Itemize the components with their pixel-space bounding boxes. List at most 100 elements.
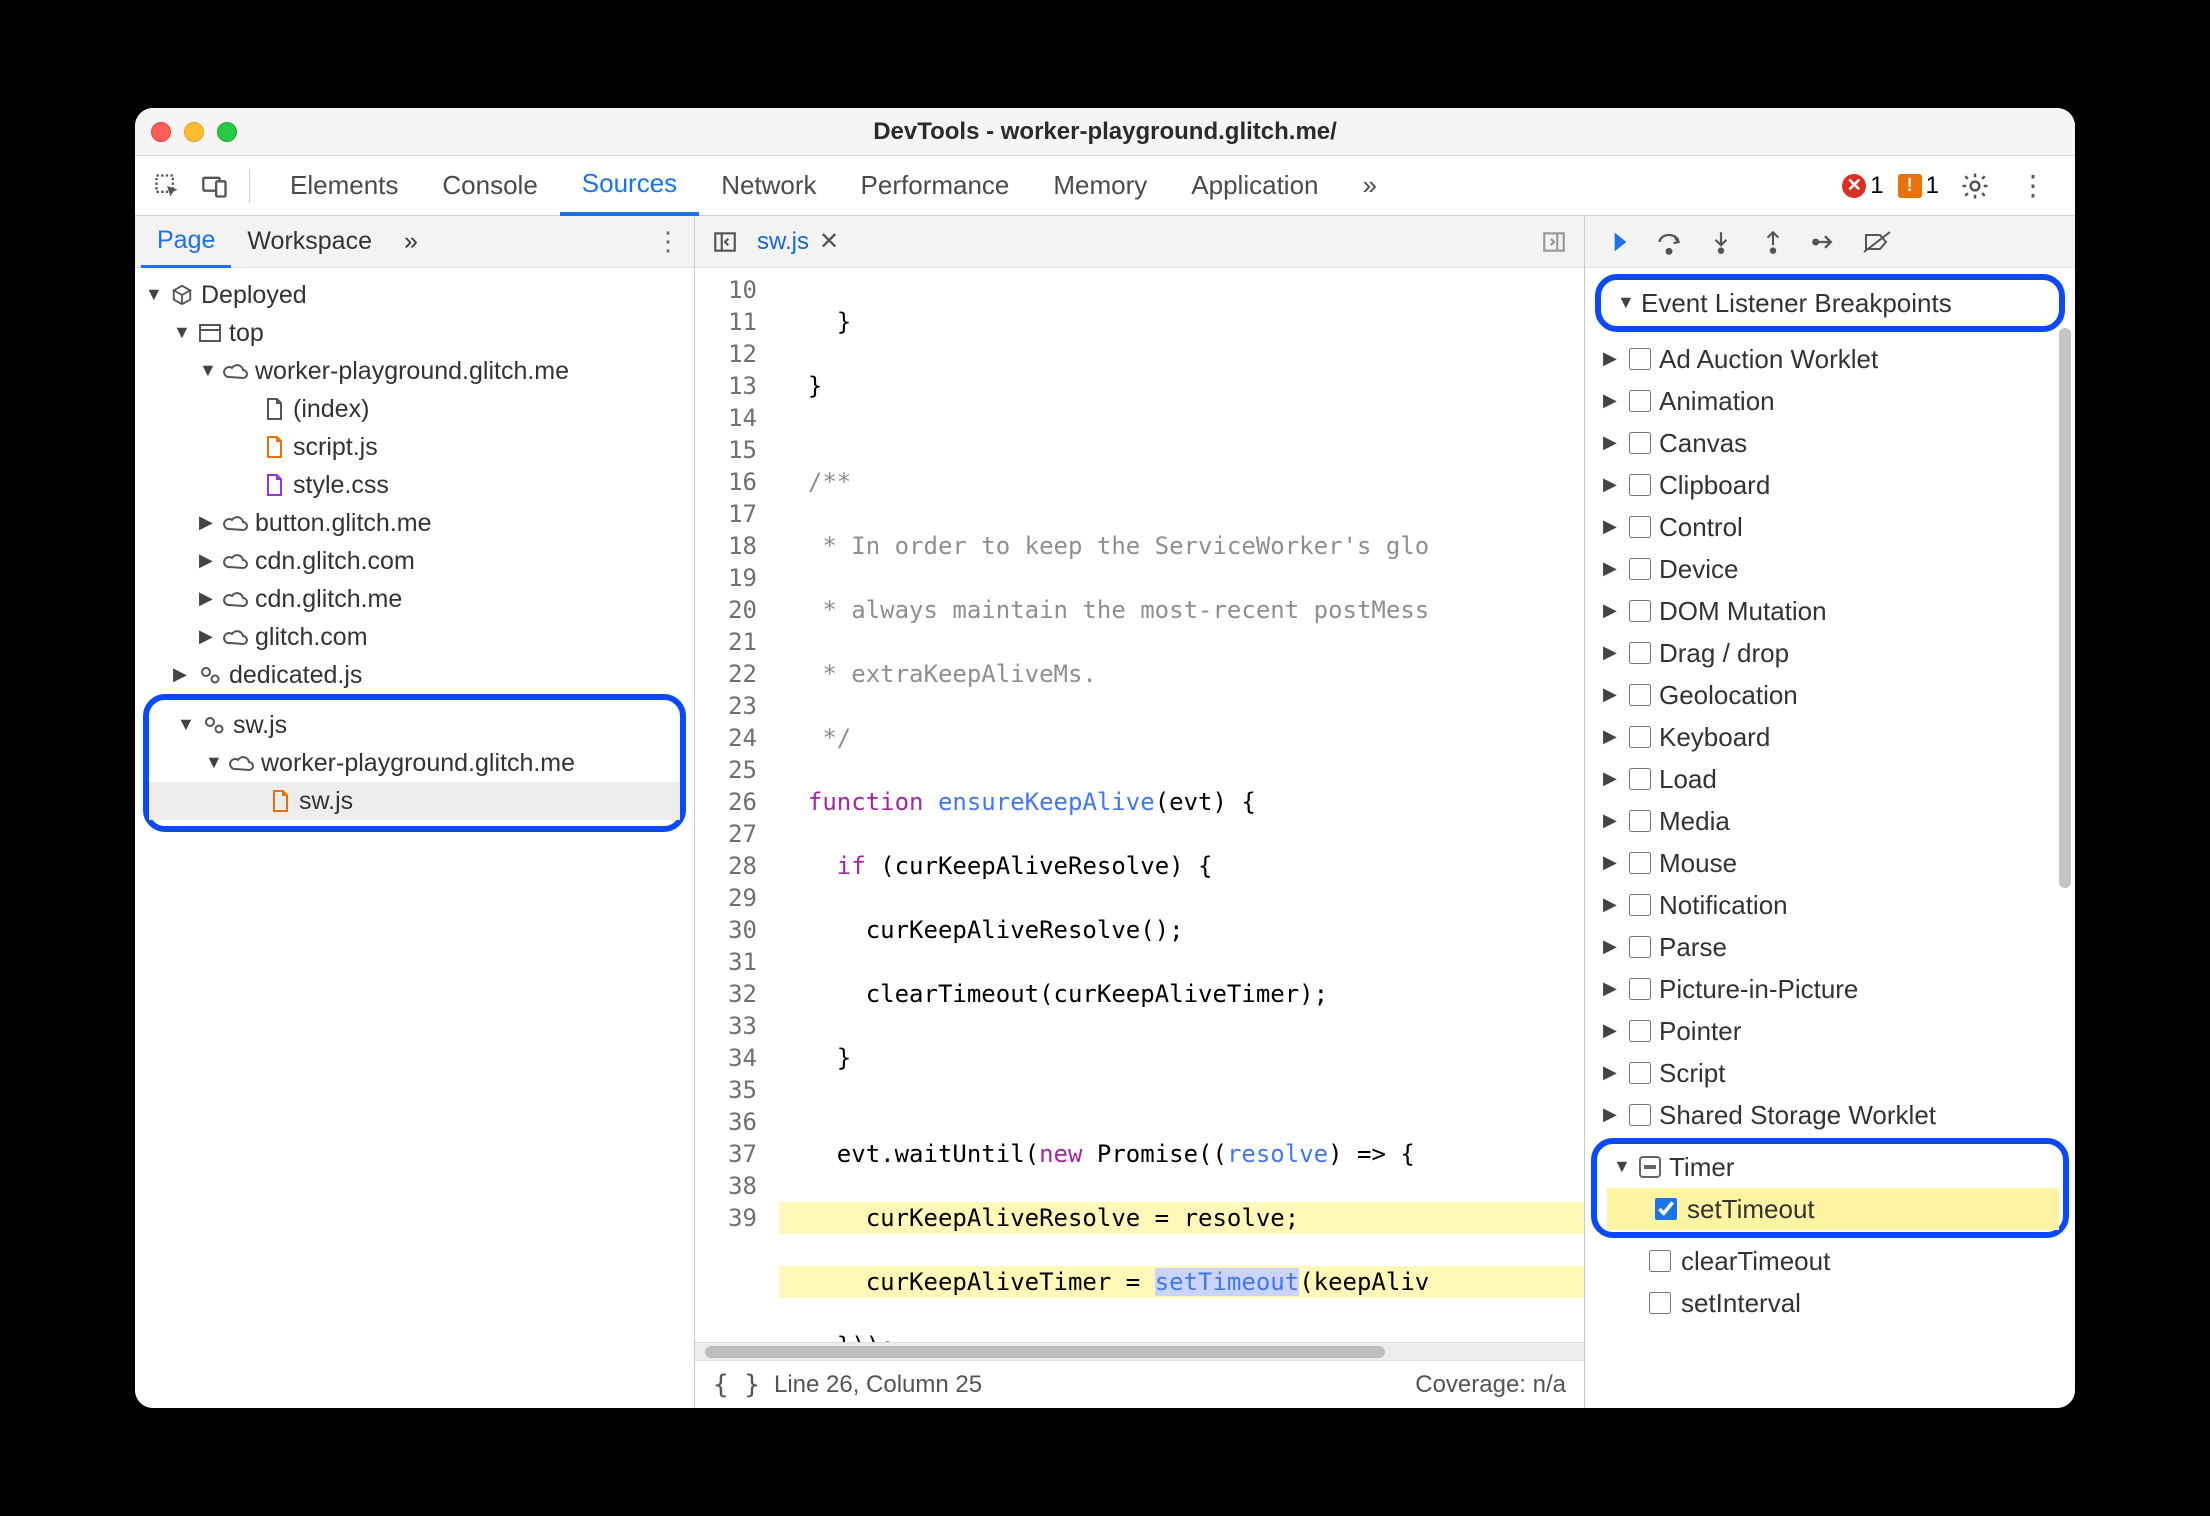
tree-top[interactable]: ▼ top [135,314,694,352]
cat-adauction[interactable]: ▶Ad Auction Worklet [1585,338,2075,380]
step-over-icon[interactable] [1651,224,1687,260]
tree-domain-button[interactable]: ▶ button.glitch.me [135,504,694,542]
cat-load[interactable]: ▶Load [1585,758,2075,800]
horizontal-scrollbar[interactable] [695,1342,1584,1360]
cat-checkbox[interactable] [1629,894,1651,916]
close-tab-icon[interactable]: ✕ [819,227,839,256]
cat-parse[interactable]: ▶Parse [1585,926,2075,968]
cat-pointer[interactable]: ▶Pointer [1585,1010,2075,1052]
step-out-icon[interactable] [1755,224,1791,260]
cat-animation[interactable]: ▶Animation [1585,380,2075,422]
cat-pip[interactable]: ▶Picture-in-Picture [1585,968,2075,1010]
sub-checkbox[interactable] [1655,1198,1677,1220]
tree-file-stylecss[interactable]: style.css [135,466,694,504]
cat-sharedstorage[interactable]: ▶Shared Storage Worklet [1585,1094,2075,1136]
sub-checkbox[interactable] [1649,1250,1671,1272]
cat-canvas[interactable]: ▶Canvas [1585,422,2075,464]
vertical-scrollbar[interactable] [2059,288,2071,1392]
tabs-overflow[interactable]: » [1341,156,1399,216]
cat-keyboard[interactable]: ▶Keyboard [1585,716,2075,758]
tab-network[interactable]: Network [699,156,838,216]
cat-checkbox[interactable] [1629,558,1651,580]
source-text[interactable]: } } /** * In order to keep the ServiceWo… [767,268,1584,1342]
cat-geolocation[interactable]: ▶Geolocation [1585,674,2075,716]
close-icon[interactable] [151,122,171,142]
cat-checkbox[interactable] [1629,642,1651,664]
cat-control[interactable]: ▶Control [1585,506,2075,548]
cat-checkbox[interactable] [1629,1062,1651,1084]
tab-performance[interactable]: Performance [839,156,1032,216]
cat-checkbox[interactable] [1629,810,1651,832]
sub-setinterval[interactable]: setInterval [1585,1282,2075,1324]
cat-checkbox[interactable] [1629,1104,1651,1126]
scrollbar-thumb[interactable] [705,1346,1385,1358]
section-header-event-listeners[interactable]: ▼Event Listener Breakpoints [1607,282,1962,324]
pretty-print-icon[interactable]: { } [713,1370,760,1400]
cat-device[interactable]: ▶Device [1585,548,2075,590]
tree-swjs-worker[interactable]: ▼ sw.js [149,706,680,744]
deactivate-breakpoints-icon[interactable] [1859,224,1895,260]
tree-deployed[interactable]: ▼ Deployed [135,276,694,314]
cat-notification[interactable]: ▶Notification [1585,884,2075,926]
cat-checkbox[interactable] [1629,600,1651,622]
scrollbar-thumb[interactable] [2059,328,2071,888]
tree-domain-cdnme[interactable]: ▶ cdn.glitch.me [135,580,694,618]
cat-checkbox[interactable] [1629,936,1651,958]
tab-sources[interactable]: Sources [560,156,699,216]
cat-checkbox[interactable] [1629,726,1651,748]
kebab-icon[interactable]: ⋮ [2011,164,2055,208]
nav-tabs-overflow[interactable]: » [388,216,434,268]
tree-domain-cdncom[interactable]: ▶ cdn.glitch.com [135,542,694,580]
cat-clipboard[interactable]: ▶Clipboard [1585,464,2075,506]
cat-script[interactable]: ▶Script [1585,1052,2075,1094]
cat-checkbox[interactable] [1629,390,1651,412]
tree-swjs-domain[interactable]: ▼ worker-playground.glitch.me [149,744,680,782]
nav-tab-workspace[interactable]: Workspace [231,216,388,268]
warning-count[interactable]: !1 [1898,172,1939,200]
tree-dedicated[interactable]: ▶ dedicated.js [135,656,694,694]
tab-elements[interactable]: Elements [268,156,420,216]
nav-tab-page[interactable]: Page [141,216,231,268]
tree-domain-wp[interactable]: ▼ worker-playground.glitch.me [135,352,694,390]
editor-tab-swjs[interactable]: sw.js ✕ [757,227,839,256]
toggle-navigator-icon[interactable] [703,220,747,264]
cat-checkbox[interactable] [1629,768,1651,790]
sub-cleartimeout[interactable]: clearTimeout [1585,1240,2075,1282]
tree-domain-glitchcom[interactable]: ▶ glitch.com [135,618,694,656]
cat-dragdrop[interactable]: ▶Drag / drop [1585,632,2075,674]
minimize-icon[interactable] [184,122,204,142]
error-count[interactable]: ✕1 [1842,172,1883,200]
toggle-debugger-icon[interactable] [1532,220,1576,264]
sub-checkbox[interactable] [1649,1292,1671,1314]
cat-checkbox[interactable] [1629,474,1651,496]
code-editor[interactable]: 10 11 12 13 14 15 16 17 18 19 20 21 22 2… [695,268,1584,1342]
file-icon [261,396,287,422]
cat-checkbox[interactable] [1629,432,1651,454]
cat-checkbox[interactable] [1629,1020,1651,1042]
resume-icon[interactable] [1599,224,1635,260]
step-into-icon[interactable] [1703,224,1739,260]
gear-icon[interactable] [1953,164,1997,208]
tab-memory[interactable]: Memory [1031,156,1169,216]
cat-dommutation[interactable]: ▶DOM Mutation [1585,590,2075,632]
cat-mouse[interactable]: ▶Mouse [1585,842,2075,884]
cat-checkbox[interactable] [1629,348,1651,370]
cat-checkbox-indeterminate[interactable] [1639,1156,1661,1178]
maximize-icon[interactable] [217,122,237,142]
tab-application[interactable]: Application [1169,156,1340,216]
tree-file-scriptjs[interactable]: script.js [135,428,694,466]
step-icon[interactable] [1807,224,1843,260]
navigator-kebab-icon[interactable]: ⋮ [648,222,688,262]
cat-timer[interactable]: ▼Timer [1607,1146,2059,1188]
cat-checkbox[interactable] [1629,516,1651,538]
cat-media[interactable]: ▶Media [1585,800,2075,842]
device-toggle-icon[interactable] [193,164,237,208]
cat-checkbox[interactable] [1629,852,1651,874]
tree-file-swjs[interactable]: sw.js [149,782,680,820]
sub-settimeout[interactable]: setTimeout [1607,1188,2059,1230]
cat-checkbox[interactable] [1629,978,1651,1000]
tab-console[interactable]: Console [420,156,559,216]
tree-file-index[interactable]: (index) [135,390,694,428]
cat-checkbox[interactable] [1629,684,1651,706]
inspect-icon[interactable] [145,164,189,208]
